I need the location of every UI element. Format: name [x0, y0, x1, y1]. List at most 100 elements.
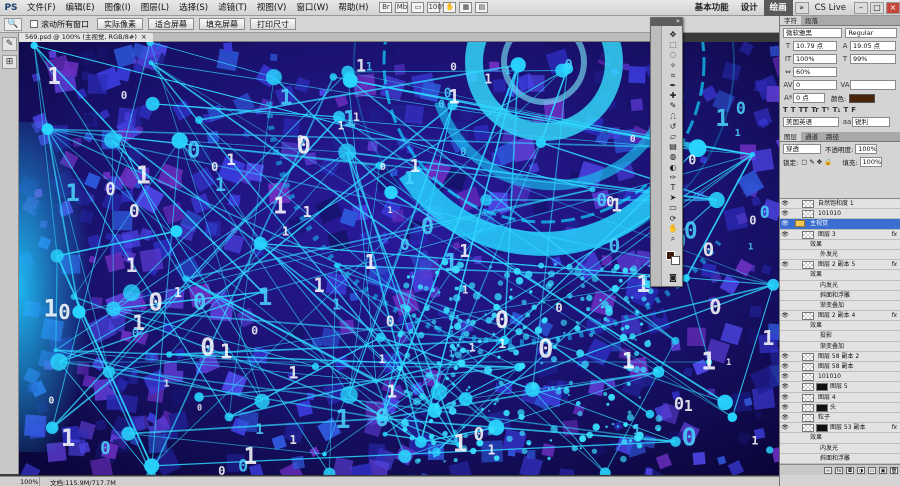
text-color-swatch[interactable]	[849, 93, 876, 103]
shape-tool-icon[interactable]: ▭	[664, 203, 682, 213]
close-document-icon[interactable]: ×	[141, 33, 147, 41]
text-style-button[interactable]: T	[791, 106, 796, 114]
font-style-select[interactable]: Regular	[845, 28, 897, 38]
layer-row[interactable]: 👁 粒子	[780, 413, 900, 424]
tab-paths[interactable]: 路径	[822, 132, 843, 141]
layer-fx-badge[interactable]: fx	[891, 423, 897, 433]
crop-tool-icon[interactable]: ⌗	[664, 71, 682, 81]
lasso-tool-icon[interactable]: ◌	[664, 50, 682, 60]
layer-row[interactable]: 渐变叠加	[780, 342, 900, 352]
visibility-eye-icon[interactable]: 👁	[781, 363, 789, 371]
text-style-button[interactable]: F	[851, 106, 856, 114]
marquee-tool-icon[interactable]: ⬚	[664, 40, 682, 50]
leading-field[interactable]: 19.05 点	[850, 41, 896, 51]
layer-row[interactable]: 👁 图层 58 副本	[780, 362, 900, 373]
adjustment-layer-icon[interactable]: ◑	[857, 466, 865, 474]
path-select-icon[interactable]: ➤	[664, 193, 682, 203]
workspace-item[interactable]: 设计	[735, 0, 764, 16]
font-family-select[interactable]: 微软雅黑	[783, 28, 843, 38]
layer-row[interactable]: 👁 图层 2 副本 5 fx	[780, 260, 900, 271]
layer-row[interactable]: 👁 主视觉	[780, 219, 900, 230]
layer-row[interactable]: 效果	[780, 270, 900, 281]
3d-rotate-icon[interactable]: ⟳	[664, 214, 682, 224]
menu-item[interactable]: 图像(I)	[100, 0, 136, 16]
text-style-button[interactable]: TT	[799, 106, 809, 114]
tools-panel-header[interactable]: »	[651, 17, 682, 26]
layer-row[interactable]: 渐变叠加	[780, 301, 900, 312]
layer-row[interactable]: 👁 101010	[780, 209, 900, 220]
type-tool-icon[interactable]: T	[664, 183, 682, 193]
layer-row[interactable]: 👁 图层 2 副本 4 fx	[780, 311, 900, 322]
blur-tool-icon[interactable]: ◍	[664, 152, 682, 162]
font-size-field[interactable]: 10.79 点	[793, 41, 837, 51]
visibility-eye-icon[interactable]: 👁	[781, 373, 789, 381]
add-mask-icon[interactable]: ◘	[846, 466, 854, 474]
layer-row[interactable]: 斜面和浮雕	[780, 454, 900, 464]
hand-tool-icon[interactable]: ✋	[664, 224, 682, 234]
zoom-option-button[interactable]: 实际像素	[97, 18, 143, 30]
app-bar-icon[interactable]: ✋	[443, 2, 457, 13]
kerning-field[interactable]: 0	[793, 80, 837, 90]
layer-mask-thumbnail[interactable]	[816, 383, 828, 392]
eyedropper-icon[interactable]: ✒	[664, 81, 682, 91]
layer-row[interactable]: 内发光	[780, 281, 900, 291]
collapse-icon[interactable]: »	[676, 17, 680, 25]
text-style-button[interactable]: T	[843, 106, 848, 114]
new-group-icon[interactable]: ▭	[868, 466, 876, 474]
layer-row[interactable]: 👁 自然饱和度 1	[780, 199, 900, 210]
layer-row[interactable]: 投影	[780, 331, 900, 342]
history-brush-icon[interactable]: ✎	[2, 37, 17, 51]
layer-row[interactable]: 👁 头	[780, 403, 900, 413]
zoom-option-button[interactable]: 打印尺寸	[250, 18, 296, 30]
language-select[interactable]: 美国英语	[783, 117, 839, 127]
menu-item[interactable]: 图层(L)	[136, 0, 174, 16]
menu-item[interactable]: 文件(F)	[22, 0, 61, 16]
menu-item[interactable]: 视图(V)	[252, 0, 291, 16]
visibility-eye-icon[interactable]: 👁	[781, 210, 789, 218]
antialias-select[interactable]: 锐利	[852, 117, 890, 127]
visibility-eye-icon[interactable]: 👁	[781, 353, 789, 361]
menu-item[interactable]: 滤镜(T)	[213, 0, 252, 16]
visibility-eye-icon[interactable]: 👁	[781, 414, 789, 422]
text-style-button[interactable]: T₁	[833, 106, 841, 114]
kerning-metrics-field[interactable]	[850, 80, 896, 90]
tools-panel-grip[interactable]	[651, 26, 662, 286]
blend-mode-select[interactable]: 穿透	[783, 144, 821, 154]
tab-character[interactable]: 字符	[780, 16, 801, 25]
visibility-eye-icon[interactable]: 👁	[781, 424, 789, 432]
new-layer-icon[interactable]: ▣	[879, 466, 887, 474]
workspace-item[interactable]: 绘画	[763, 0, 793, 16]
brush-tool-icon[interactable]: ✎	[664, 101, 682, 111]
fill-field[interactable]: 100%	[859, 157, 882, 167]
layer-mask-thumbnail[interactable]	[816, 403, 828, 412]
quick-mask-icon[interactable]: ◙	[664, 273, 682, 283]
cs-live-button[interactable]: CS Live	[809, 3, 852, 13]
zoom-option-button[interactable]: 适合屏幕	[148, 18, 194, 30]
app-bar-icon[interactable]: 100%	[427, 2, 448, 13]
text-style-button[interactable]: T¹	[822, 106, 830, 114]
visibility-eye-icon[interactable]: 👁	[781, 231, 789, 239]
background-color-swatch[interactable]	[671, 256, 680, 265]
app-bar-icon[interactable]: Mb	[395, 2, 409, 13]
tab-channels[interactable]: 通道	[801, 132, 822, 141]
zoom-tool-icon[interactable]: 🔍	[4, 17, 22, 31]
history-brush-icon[interactable]: ↺	[664, 122, 682, 132]
gradient-tool-icon[interactable]: ▤	[664, 142, 682, 152]
dodge-tool-icon[interactable]: ◐	[664, 163, 682, 173]
quick-select-icon[interactable]: ✧	[664, 61, 682, 71]
text-style-button[interactable]: Tr	[811, 106, 818, 114]
layer-row[interactable]: 👁 图层 53 副本 fx	[780, 423, 900, 434]
app-bar-icon[interactable]: ▤	[475, 2, 489, 13]
pen-tool-icon[interactable]: ✑	[664, 173, 682, 183]
layer-row[interactable]: 效果	[780, 240, 900, 250]
workspace-item[interactable]: 基本功能	[689, 0, 735, 16]
layer-fx-badge[interactable]: fx	[891, 311, 897, 321]
clone-stamp-icon[interactable]: ⎍	[664, 112, 682, 122]
tab-layers[interactable]: 图层	[780, 132, 801, 141]
tracking-field[interactable]: 60%	[793, 67, 837, 77]
menu-item[interactable]: 选择(S)	[174, 0, 213, 16]
visibility-eye-icon[interactable]: 👁	[781, 200, 789, 208]
zoom-option-button[interactable]: 填充屏幕	[199, 18, 245, 30]
layer-row[interactable]: 👁 图层 5	[780, 382, 900, 393]
healing-brush-icon[interactable]: ✚	[664, 91, 682, 101]
